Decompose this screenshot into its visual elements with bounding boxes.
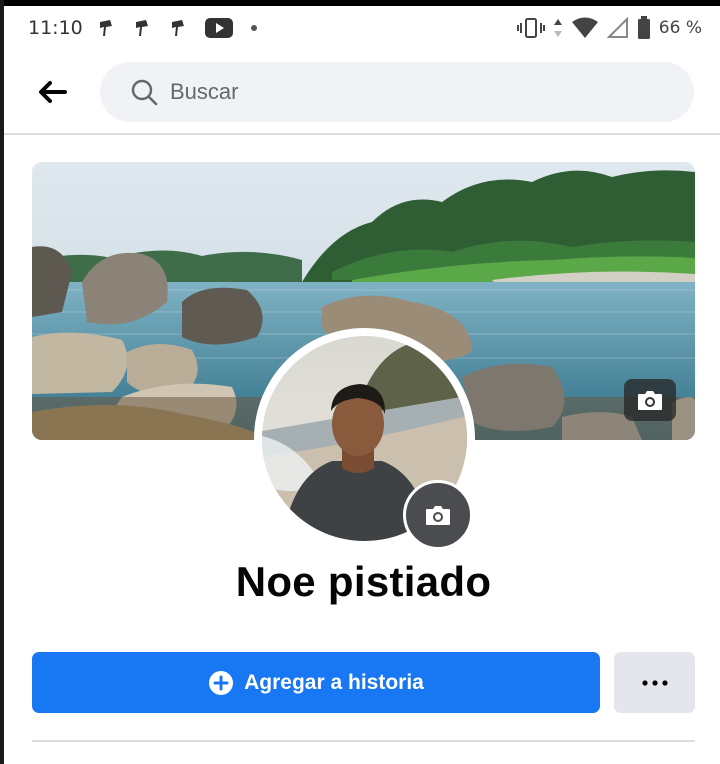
section-divider bbox=[32, 740, 695, 742]
signal-icon bbox=[606, 17, 628, 38]
header-divider bbox=[4, 133, 720, 135]
search-input[interactable]: Buscar bbox=[100, 62, 694, 122]
add-story-label: Agregar a historia bbox=[244, 670, 424, 694]
search-placeholder: Buscar bbox=[170, 79, 239, 104]
plus-circle-icon bbox=[209, 670, 234, 695]
camera-icon bbox=[638, 391, 662, 410]
status-time: 11:10 bbox=[28, 17, 83, 39]
vibrate-icon bbox=[516, 18, 545, 38]
more-options-button[interactable] bbox=[614, 652, 695, 713]
arrow-left-icon bbox=[39, 81, 67, 103]
edit-profile-picture-button[interactable] bbox=[403, 480, 473, 550]
notification-icon bbox=[99, 20, 112, 36]
status-notification-icons bbox=[97, 18, 257, 38]
battery-icon bbox=[637, 16, 650, 39]
data-arrows-icon bbox=[553, 19, 562, 37]
youtube-icon bbox=[204, 18, 233, 38]
notification-icon bbox=[135, 20, 148, 36]
wifi-icon bbox=[571, 17, 598, 38]
notification-icon bbox=[171, 20, 184, 36]
status-system-icons: 66 % bbox=[516, 16, 702, 40]
add-story-button[interactable]: Agregar a historia bbox=[32, 652, 600, 713]
dot-icon bbox=[250, 25, 257, 31]
search-icon bbox=[131, 79, 158, 106]
edit-cover-button[interactable] bbox=[624, 379, 676, 421]
battery-percentage: 66 % bbox=[658, 18, 702, 38]
camera-icon bbox=[426, 506, 450, 525]
top-header: Buscar bbox=[4, 56, 720, 128]
back-button[interactable] bbox=[20, 60, 84, 124]
profile-name: Noe pistiado bbox=[235, 558, 492, 605]
status-bar: 11:10 66 % bbox=[4, 6, 720, 50]
more-dots-icon bbox=[641, 679, 668, 686]
